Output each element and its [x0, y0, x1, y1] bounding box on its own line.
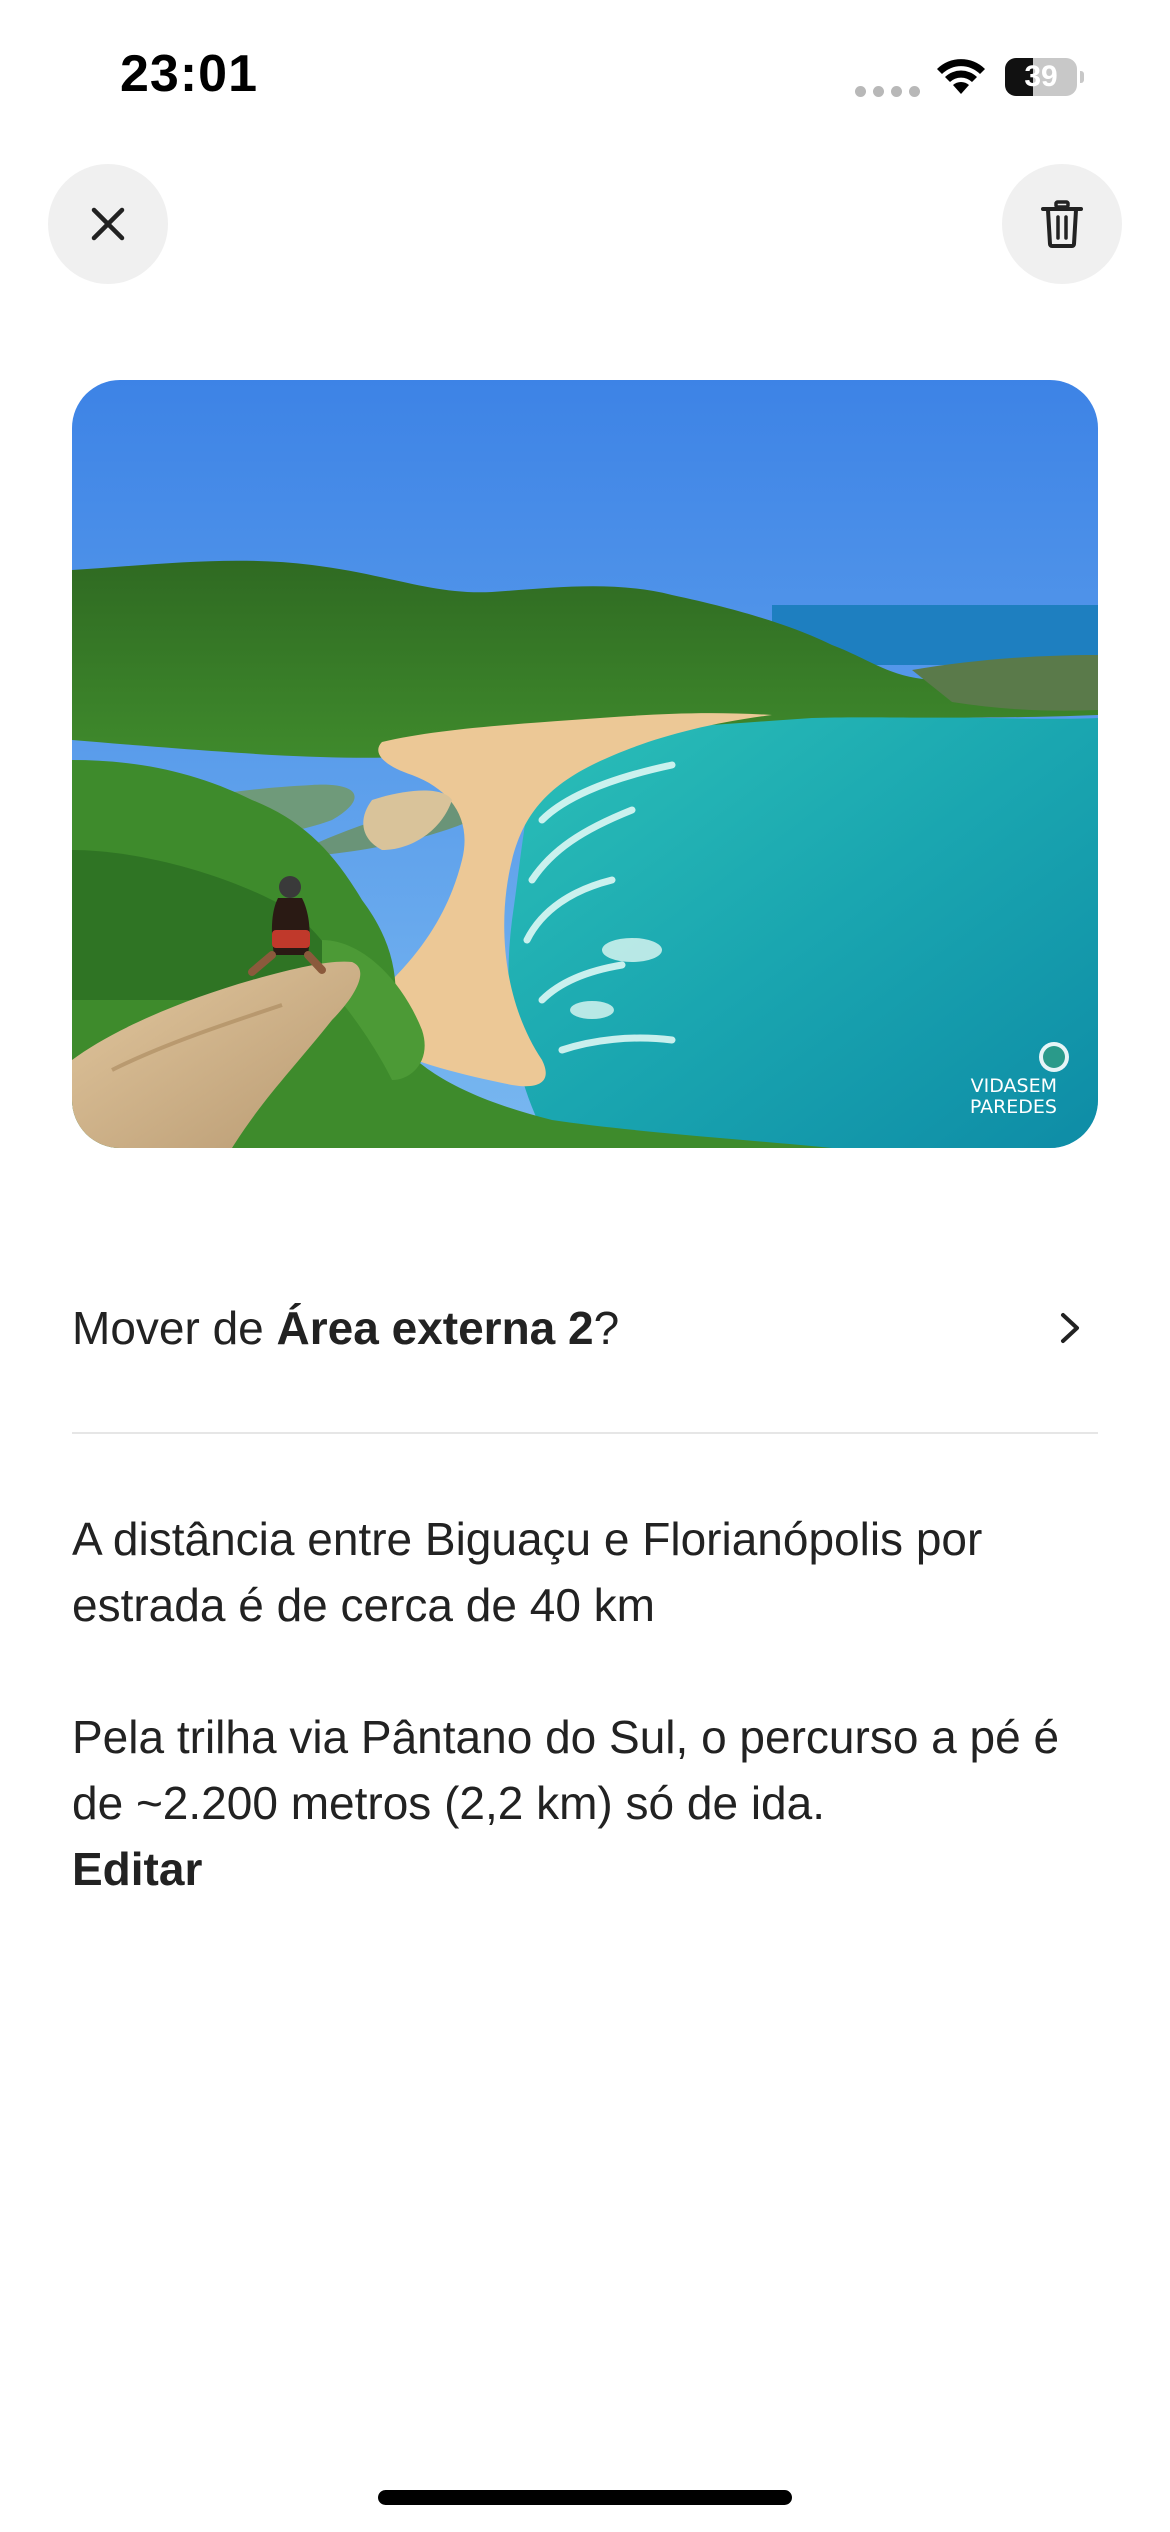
status-time: 23:01 — [120, 45, 258, 103]
delete-button[interactable] — [1002, 164, 1122, 284]
chevron-right-icon — [1061, 1313, 1079, 1343]
move-to-list-row[interactable]: Mover de Área externa 2? — [72, 1280, 1098, 1376]
place-photo: VIDASEM PAREDES — [72, 380, 1098, 1148]
divider — [72, 1432, 1098, 1434]
trash-icon — [1041, 200, 1083, 248]
wifi-icon — [937, 59, 985, 94]
note-paragraph-2: Pela trilha via Pântano do Sul, o percur… — [72, 1711, 1060, 1829]
note-paragraph-1: A distância entre Biguaçu e Florianópoli… — [72, 1513, 983, 1631]
edit-note-link[interactable]: Editar — [72, 1836, 202, 1902]
area-name: Área externa 2 — [276, 1302, 594, 1354]
cellular-signal-icon — [855, 86, 920, 97]
move-suffix: ? — [593, 1302, 620, 1354]
watermark-line2: PAREDES — [970, 1096, 1057, 1118]
beach-landscape-image: VIDASEM PAREDES — [72, 380, 1098, 1148]
watermark-line1: VIDASEM — [971, 1075, 1057, 1097]
move-label: Mover de Área externa 2? — [72, 1301, 619, 1355]
battery-indicator: 39 — [1005, 58, 1084, 96]
home-indicator — [378, 2490, 792, 2505]
battery-percent: 39 — [1024, 60, 1058, 93]
move-prefix: Mover de — [72, 1302, 277, 1354]
close-icon — [91, 207, 125, 241]
status-bar: 23:01 39 — [0, 0, 1170, 150]
note: A distância entre Biguaçu e Florianópoli… — [72, 1506, 1098, 1902]
close-button[interactable] — [48, 164, 168, 284]
